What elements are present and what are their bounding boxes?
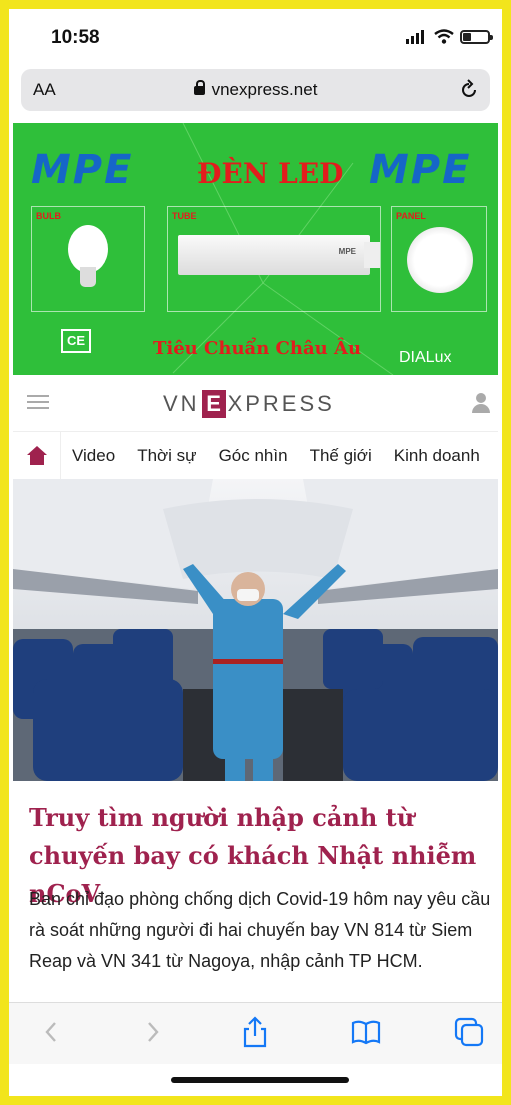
bulb-image bbox=[68, 225, 108, 273]
nav-item-video[interactable]: Video bbox=[61, 432, 126, 479]
nav-item-thoi-su[interactable]: Thời sự bbox=[126, 432, 207, 479]
battery-icon bbox=[460, 29, 493, 44]
share-icon[interactable] bbox=[238, 1015, 272, 1049]
ce-mark: CE bbox=[61, 329, 91, 353]
logo-e: E bbox=[201, 390, 226, 418]
status-time: 10:58 bbox=[51, 27, 100, 48]
ad-brand-right: MPE bbox=[369, 147, 472, 193]
bulb-product: BULB bbox=[31, 206, 145, 312]
tube-product: TUBE MPE bbox=[167, 206, 381, 312]
nav-item-goc-nhin[interactable]: Góc nhìn bbox=[208, 432, 299, 479]
forward-arrow-icon[interactable] bbox=[135, 1015, 169, 1049]
url-display[interactable]: vnexpress.net bbox=[21, 80, 490, 100]
led-advertisement[interactable]: MPE ĐÈN LED MPE BULB TUBE MPE PANEL CE T… bbox=[13, 123, 498, 375]
logo-left: VN bbox=[163, 391, 200, 416]
tube-cap bbox=[364, 242, 380, 268]
article-image[interactable] bbox=[13, 479, 498, 781]
bulb-label: BULB bbox=[36, 211, 61, 221]
panel-image bbox=[407, 227, 473, 293]
logo-right: XPRESS bbox=[227, 391, 335, 416]
wifi-icon bbox=[434, 29, 454, 44]
article-lead: Ban chỉ đạo phòng chống dịch Covid-19 hô… bbox=[29, 889, 491, 971]
tube-image: MPE bbox=[178, 235, 370, 275]
site-header: VN E XPRESS bbox=[13, 375, 498, 431]
menu-icon[interactable] bbox=[27, 395, 49, 409]
nav-item-kinh-doanh[interactable]: Kinh doanh bbox=[383, 432, 491, 479]
ad-brand-left: MPE bbox=[31, 147, 134, 193]
tabs-icon[interactable] bbox=[452, 1015, 486, 1049]
bookmarks-icon[interactable] bbox=[349, 1015, 383, 1049]
panel-product: PANEL bbox=[391, 206, 487, 312]
back-arrow-icon[interactable] bbox=[35, 1015, 69, 1049]
ad-tagline: Tiêu Chuẩn Châu Âu bbox=[153, 338, 362, 359]
signal-bars-icon bbox=[406, 29, 424, 44]
user-icon[interactable] bbox=[472, 393, 490, 413]
ad-title: ĐÈN LED bbox=[197, 157, 344, 190]
address-bar[interactable]: AA vnexpress.net bbox=[21, 69, 490, 111]
tube-label: TUBE bbox=[172, 211, 197, 221]
dialux-logo: DIALux bbox=[399, 349, 452, 366]
nav-item-the-gioi[interactable]: Thế giới bbox=[299, 432, 383, 479]
status-icons bbox=[406, 29, 493, 44]
lock-icon bbox=[193, 80, 205, 95]
browser-toolbar bbox=[9, 1002, 502, 1064]
home-icon[interactable] bbox=[13, 432, 61, 479]
bulb-base bbox=[80, 267, 96, 287]
home-indicator[interactable] bbox=[171, 1077, 349, 1083]
reload-icon[interactable] bbox=[458, 79, 480, 101]
url-text: vnexpress.net bbox=[211, 80, 318, 99]
site-logo[interactable]: VN E XPRESS bbox=[163, 390, 335, 418]
panel-label: PANEL bbox=[396, 211, 426, 221]
tube-brand: MPE bbox=[338, 247, 356, 256]
aircraft-cabin-photo bbox=[13, 479, 498, 781]
category-nav: Video Thời sự Góc nhìn Thế giới Kinh doa… bbox=[13, 431, 498, 479]
phone-frame: 10:58 AA vnexpress.net MPE ĐÈN LED MPE B… bbox=[0, 0, 511, 1105]
status-bar: 10:58 bbox=[9, 9, 502, 71]
